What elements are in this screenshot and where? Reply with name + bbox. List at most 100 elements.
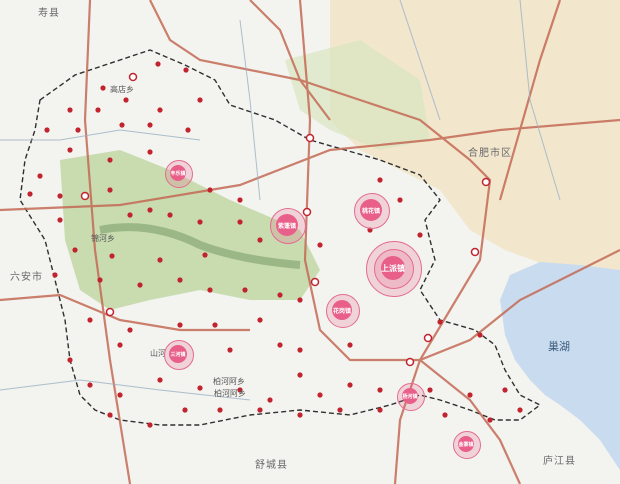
village-marker: [123, 97, 129, 103]
village-marker: [182, 407, 188, 413]
village-marker: [155, 61, 161, 67]
region-label-southeast: 庐江县: [543, 456, 576, 467]
village-marker: [95, 107, 101, 113]
village-marker: [67, 147, 73, 153]
region-label-west: 六安市: [10, 272, 43, 283]
village-marker: [197, 97, 203, 103]
village-marker: [52, 272, 58, 278]
village-marker: [157, 257, 163, 263]
village-marker: [377, 177, 383, 183]
village-marker: [257, 237, 263, 243]
village-marker: [257, 407, 263, 413]
village-marker: [267, 397, 273, 403]
village-marker: [177, 322, 183, 328]
village-marker: [185, 127, 191, 133]
village-marker: [297, 372, 303, 378]
village-marker: [347, 382, 353, 388]
village-marker: [119, 122, 125, 128]
village-marker: [67, 357, 73, 363]
village-marker: [207, 187, 213, 193]
village-marker: [157, 107, 163, 113]
village-marker: [277, 292, 283, 298]
village-marker: [237, 197, 243, 203]
village-marker: [72, 247, 78, 253]
town-sanhe[interactable]: 三河镇: [169, 345, 187, 363]
village-marker: [427, 387, 433, 393]
village-marker: [107, 412, 113, 418]
village-marker: [437, 319, 443, 325]
village-marker: [57, 193, 63, 199]
town-zipeng[interactable]: 紫蓬镇: [276, 214, 298, 236]
village-marker: [177, 277, 183, 283]
village-marker: [147, 207, 153, 213]
village-marker: [75, 127, 81, 133]
village-marker: [277, 342, 283, 348]
village-marker: [137, 282, 143, 288]
region-label-north: 寿县: [38, 8, 60, 19]
village-marker: [487, 417, 493, 423]
village-marker: [297, 347, 303, 353]
village-marker: [217, 407, 223, 413]
village-marker: [337, 407, 343, 413]
village-marker: [44, 127, 50, 133]
town-fengle[interactable]: 丰乐镇: [170, 165, 186, 181]
village-marker: [227, 347, 233, 353]
village-marker: [100, 85, 106, 91]
village-marker: [347, 342, 353, 348]
place-label-baihe: 柏河阿乡: [213, 377, 245, 386]
village-marker: [37, 173, 43, 179]
village-marker: [197, 385, 203, 391]
village-marker: [27, 191, 33, 197]
village-marker: [197, 219, 203, 225]
village-marker: [212, 322, 218, 328]
village-marker: [517, 407, 523, 413]
village-marker: [417, 232, 423, 238]
village-marker: [377, 387, 383, 393]
village-marker: [237, 219, 243, 225]
village-marker: [107, 187, 113, 193]
village-marker: [117, 392, 123, 398]
village-marker: [107, 157, 113, 163]
town-taohua[interactable]: 桃花镇: [360, 199, 382, 221]
village-marker: [297, 297, 303, 303]
lake-chaohu: [500, 262, 620, 470]
village-marker: [87, 382, 93, 388]
place-label-gaodian: 高店乡: [110, 85, 134, 94]
village-marker: [502, 387, 508, 393]
place-label-jinhe: 锦河乡: [91, 234, 115, 243]
village-marker: [117, 342, 123, 348]
town-shangpai[interactable]: 上派镇: [381, 256, 405, 280]
town-yanghe[interactable]: 杨河镇: [402, 388, 418, 404]
village-marker: [442, 412, 448, 418]
village-marker: [167, 212, 173, 218]
village-marker: [147, 122, 153, 128]
village-marker: [257, 317, 263, 323]
region-label-city: 合肥市区: [468, 148, 512, 159]
village-marker: [67, 107, 73, 113]
village-marker: [317, 242, 323, 248]
planning-map: 寿县 六安市 舒城县 庐江县 合肥市区 巢湖 高店乡 锦河乡 山河 柏河阿乡 柏…: [0, 0, 620, 484]
town-jinzhai[interactable]: 金寨镇: [458, 436, 474, 452]
village-marker: [127, 327, 133, 333]
village-marker: [242, 287, 248, 293]
village-marker: [127, 212, 133, 218]
village-marker: [377, 407, 383, 413]
lake-label: 巢湖: [548, 340, 570, 353]
village-marker: [477, 332, 483, 338]
village-marker: [87, 317, 93, 323]
village-marker: [297, 412, 303, 418]
village-marker: [467, 392, 473, 398]
village-marker: [183, 67, 189, 73]
village-marker: [57, 217, 63, 223]
village-marker: [397, 197, 403, 203]
village-marker: [317, 392, 323, 398]
village-marker: [157, 377, 163, 383]
village-marker: [147, 149, 153, 155]
place-label-baihe-south: 柏河阿乡: [214, 389, 246, 398]
village-marker: [207, 287, 213, 293]
village-marker: [109, 253, 115, 259]
village-marker: [202, 252, 208, 258]
town-huagang[interactable]: 花岗镇: [332, 300, 352, 320]
region-label-south: 舒城县: [255, 460, 288, 471]
village-marker: [147, 422, 153, 428]
